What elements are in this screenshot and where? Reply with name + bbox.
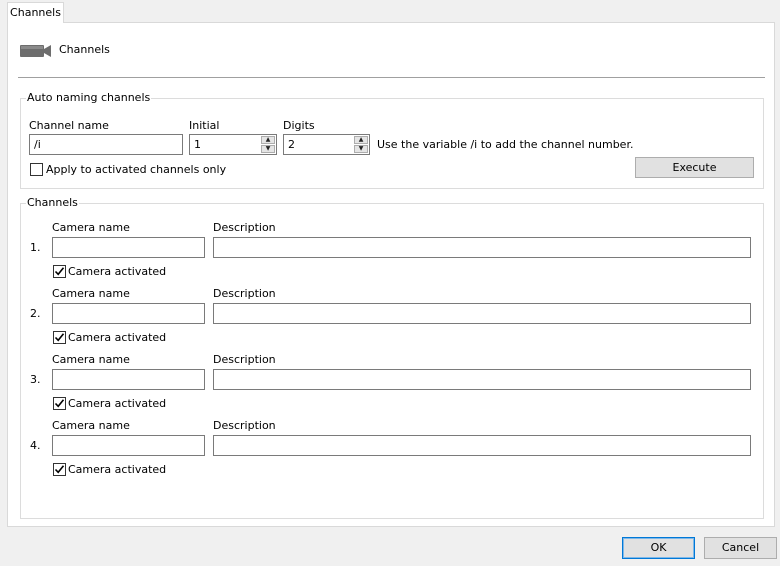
camera-name-input[interactable] [52, 435, 205, 456]
channel-name-input[interactable]: /i [29, 134, 183, 155]
channel-number: 1. [30, 241, 41, 254]
description-input[interactable] [213, 303, 751, 324]
channels-group: Channels Camera name Description 1. Came… [20, 196, 764, 519]
camera-activated-label: Camera activated [68, 265, 167, 278]
camera-name-input[interactable] [52, 237, 205, 258]
initial-value: 1 [194, 138, 201, 151]
digits-value: 2 [288, 138, 295, 151]
page-title: Channels [59, 43, 110, 56]
channel-number: 2. [30, 307, 41, 320]
cancel-button[interactable]: Cancel [704, 537, 777, 559]
channel-number: 3. [30, 373, 41, 386]
digits-label: Digits [283, 119, 315, 132]
channels-panel: Channels Auto naming channels Channel na… [7, 22, 775, 527]
apply-activated-label: Apply to activated channels only [46, 163, 227, 176]
description-label: Description [213, 287, 276, 300]
camera-activated-checkbox[interactable] [53, 397, 66, 410]
camera-name-label: Camera name [52, 221, 130, 234]
camera-activated-label: Camera activated [68, 331, 167, 344]
camera-name-label: Camera name [52, 419, 130, 432]
description-label: Description [213, 419, 276, 432]
description-label: Description [213, 353, 276, 366]
initial-label: Initial [189, 119, 220, 132]
camera-name-input[interactable] [52, 303, 205, 324]
auto-naming-legend: Auto naming channels [26, 91, 152, 104]
initial-up-button[interactable]: ▲ [261, 136, 275, 144]
apply-activated-checkbox[interactable] [30, 163, 43, 176]
channel-name-label: Channel name [29, 119, 109, 132]
channel-number: 4. [30, 439, 41, 452]
digits-spinner[interactable]: 2 ▲ ▼ [283, 134, 370, 155]
description-input[interactable] [213, 237, 751, 258]
camera-activated-label: Camera activated [68, 463, 167, 476]
initial-down-button[interactable]: ▼ [261, 145, 275, 153]
variable-hint: Use the variable /i to add the channel n… [377, 138, 634, 151]
auto-naming-group: Auto naming channels Channel name /i Ini… [20, 91, 764, 189]
video-camera-icon [20, 45, 51, 57]
camera-name-label: Camera name [52, 287, 130, 300]
header-divider [18, 77, 765, 78]
tab-channels[interactable]: Channels [7, 2, 64, 23]
camera-name-label: Camera name [52, 353, 130, 366]
camera-activated-checkbox[interactable] [53, 331, 66, 344]
camera-activated-label: Camera activated [68, 397, 167, 410]
digits-up-button[interactable]: ▲ [354, 136, 368, 144]
digits-down-button[interactable]: ▼ [354, 145, 368, 153]
description-label: Description [213, 221, 276, 234]
ok-button[interactable]: OK [622, 537, 695, 559]
description-input[interactable] [213, 435, 751, 456]
description-input[interactable] [213, 369, 751, 390]
initial-spinner[interactable]: 1 ▲ ▼ [189, 134, 277, 155]
execute-button[interactable]: Execute [635, 157, 754, 178]
camera-activated-checkbox[interactable] [53, 265, 66, 278]
camera-activated-checkbox[interactable] [53, 463, 66, 476]
channels-legend: Channels [26, 196, 79, 209]
camera-name-input[interactable] [52, 369, 205, 390]
